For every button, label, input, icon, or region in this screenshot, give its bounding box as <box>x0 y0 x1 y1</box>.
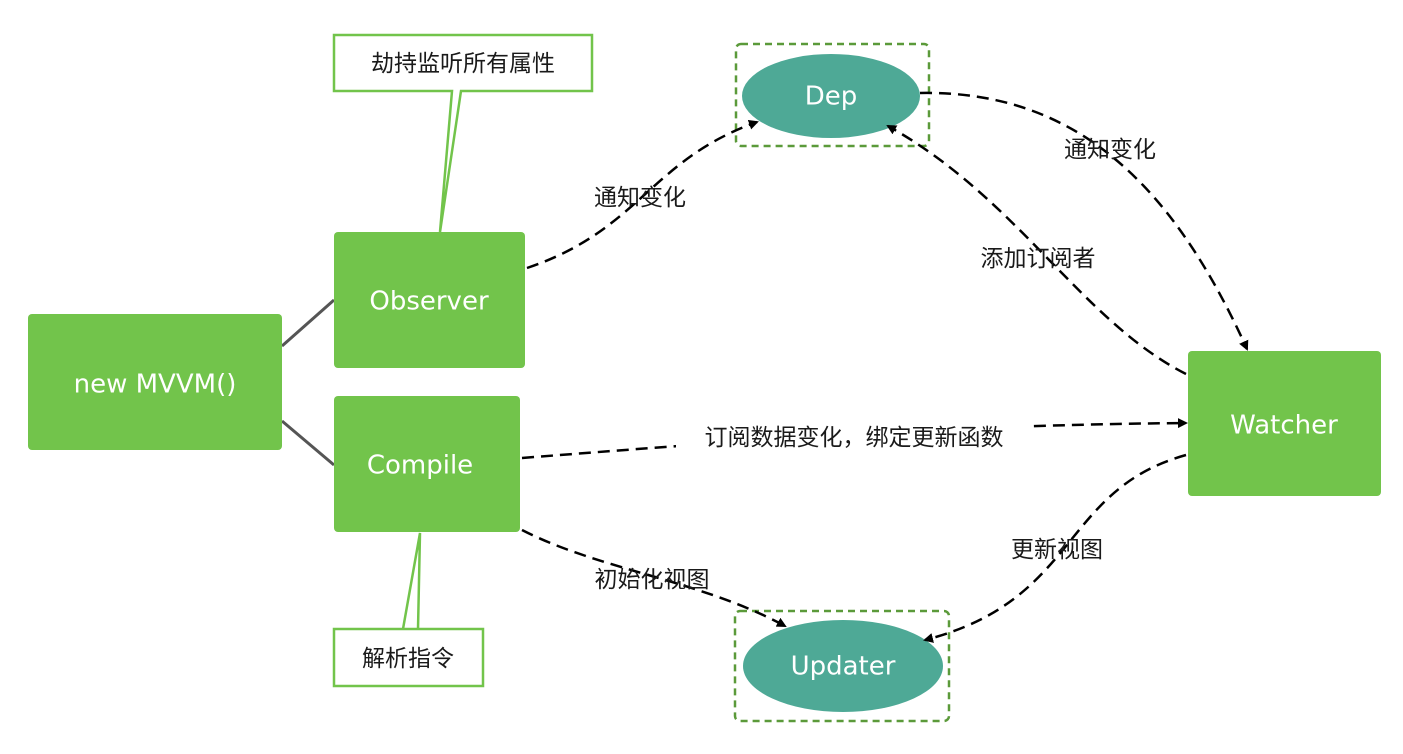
edge-dep-to-watcher <box>919 91 1249 351</box>
connector-mvvm-compile <box>281 419 335 467</box>
mvvm-diagram: 劫持监听所有属性 解析指令 new MVVM() Observer Compil… <box>28 33 1381 723</box>
node-updater[interactable]: Updater <box>733 609 951 723</box>
node-observer-label: Observer <box>369 287 489 317</box>
connector-mvvm-observer <box>281 298 335 348</box>
node-dep-label: Dep <box>805 82 858 112</box>
edge-label-watcher-to-dep: 添加订阅者 <box>981 246 1096 272</box>
node-watcher-label: Watcher <box>1230 411 1338 441</box>
node-mvvm[interactable]: new MVVM() <box>28 314 282 450</box>
node-compile[interactable]: Compile <box>334 396 520 532</box>
edge-label-observer-to-dep: 通知变化 <box>594 185 686 211</box>
node-watcher[interactable]: Watcher <box>1188 351 1381 496</box>
edge-label-compile-to-watcher: 订阅数据变化，绑定更新函数 <box>705 425 1004 451</box>
node-observer[interactable]: Observer <box>334 232 525 368</box>
edge-label-watcher-to-updater: 更新视图 <box>1011 537 1103 563</box>
node-mvvm-label: new MVVM() <box>74 370 237 400</box>
node-dep[interactable]: Dep <box>734 42 931 148</box>
node-updater-label: Updater <box>791 652 896 682</box>
callout-observer-label: 劫持监听所有属性 <box>371 51 555 77</box>
callout-compile-label: 解析指令 <box>362 646 454 672</box>
edge-label-compile-to-updater: 初始化视图 <box>595 567 710 593</box>
edge-label-dep-to-watcher: 通知变化 <box>1064 137 1156 163</box>
node-compile-label: Compile <box>367 451 473 481</box>
